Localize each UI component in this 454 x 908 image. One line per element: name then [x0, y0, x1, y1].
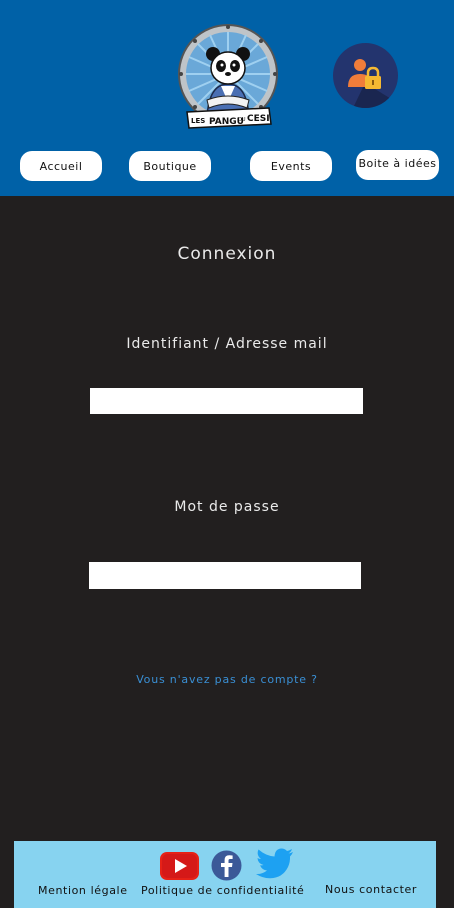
footer: Mention légale Politique de confidential…: [14, 841, 436, 908]
pangu-logo[interactable]: LES PANGU DU CESI: [177, 22, 279, 130]
username-label: Identifiant / Adresse mail: [126, 336, 328, 352]
twitter-button[interactable]: [256, 848, 294, 885]
facebook-button[interactable]: [211, 850, 242, 885]
password-label: Mot de passe: [174, 499, 280, 515]
nav-accueil-button[interactable]: Accueil: [20, 151, 102, 181]
legal-mention-link[interactable]: Mention légale: [38, 884, 128, 897]
header: LES PANGU DU CESI Accueil Boutique Event…: [0, 0, 454, 196]
youtube-button[interactable]: [159, 851, 200, 885]
svg-text:LES: LES: [191, 117, 205, 125]
nav-events-button[interactable]: Events: [250, 151, 332, 181]
privacy-policy-link[interactable]: Politique de confidentialité: [141, 884, 304, 897]
user-lock-icon: [348, 59, 398, 108]
nav-boite-a-idees-button[interactable]: Boite à idées: [356, 150, 439, 180]
facebook-icon: [211, 850, 242, 881]
signup-link[interactable]: Vous n'avez pas de compte ?: [0, 673, 454, 686]
panda-logo-icon: LES PANGU DU CESI: [178, 24, 278, 129]
account-button[interactable]: [333, 43, 398, 108]
username-input[interactable]: [90, 388, 363, 414]
contact-link[interactable]: Nous contacter: [325, 883, 417, 896]
youtube-icon: [160, 852, 199, 880]
twitter-icon: [256, 848, 293, 879]
nav-boutique-button[interactable]: Boutique: [129, 151, 211, 181]
password-input[interactable]: [89, 562, 361, 589]
svg-text:CESI: CESI: [247, 114, 270, 124]
page-title: Connexion: [177, 244, 277, 264]
svg-text:DU: DU: [238, 117, 246, 123]
